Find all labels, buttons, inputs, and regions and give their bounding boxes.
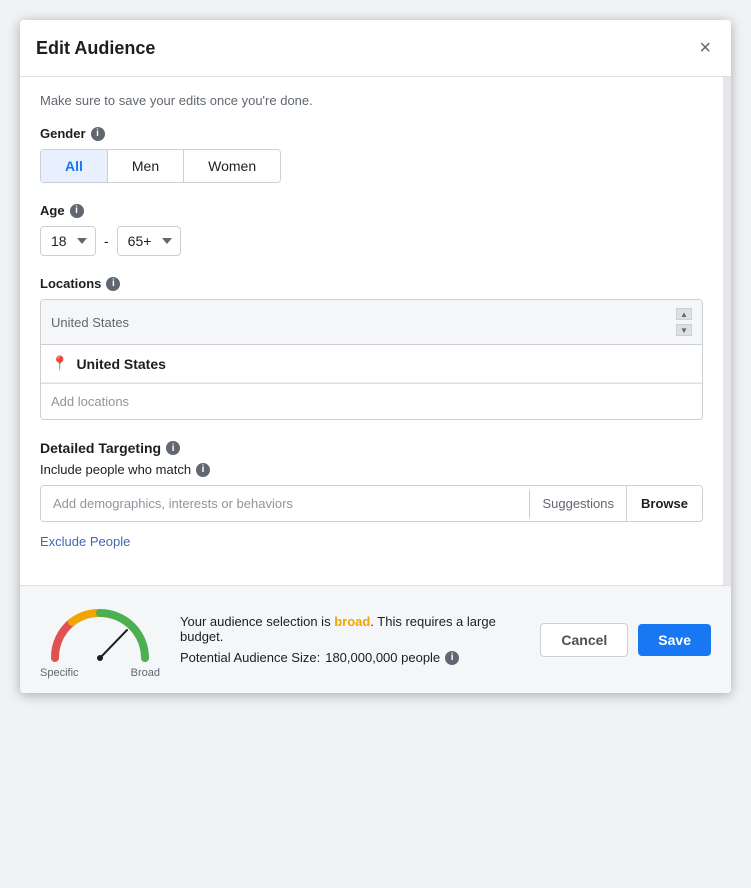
audience-size-value: 180,000,000 people: [325, 650, 440, 665]
footer-actions: Cancel Save: [540, 623, 711, 657]
include-label: Include people who match i: [40, 462, 703, 477]
gender-info-icon[interactable]: i: [91, 127, 105, 141]
suggestions-button[interactable]: Suggestions: [530, 486, 627, 521]
age-section: Age i 18 1314151617 1920212530 354045505…: [40, 203, 703, 256]
add-locations-input[interactable]: [41, 383, 702, 419]
age-min-select[interactable]: 18 1314151617 1920212530 35404550556065: [40, 226, 96, 256]
locations-item: 📍 United States: [41, 345, 702, 383]
scroll-down-button[interactable]: ▼: [676, 324, 692, 336]
specific-label: Specific: [40, 667, 79, 679]
gender-men-button[interactable]: Men: [108, 150, 184, 182]
audience-message: Your audience selection is broad. This r…: [180, 614, 520, 644]
cancel-button[interactable]: Cancel: [540, 623, 628, 657]
include-info-icon[interactable]: i: [196, 463, 210, 477]
gender-section: Gender i All Men Women: [40, 126, 703, 183]
gender-label: Gender i: [40, 126, 703, 141]
gauge-labels: Specific Broad: [40, 667, 160, 679]
location-name: United States: [76, 356, 165, 372]
audience-size-info-icon[interactable]: i: [445, 651, 459, 665]
locations-info-icon[interactable]: i: [106, 277, 120, 291]
detailed-targeting-section: Detailed Targeting i Include people who …: [40, 440, 703, 549]
exclude-people-link[interactable]: Exclude People: [40, 534, 130, 549]
save-button[interactable]: Save: [638, 624, 711, 656]
targeting-input-row: Suggestions Browse: [40, 485, 703, 522]
age-label: Age i: [40, 203, 703, 218]
locations-scroll-controls: ▲ ▼: [676, 308, 692, 336]
detailed-targeting-label: Detailed Targeting i: [40, 440, 703, 456]
gender-all-button[interactable]: All: [41, 150, 108, 182]
modal-title: Edit Audience: [36, 38, 155, 59]
locations-header-text: United States: [51, 315, 129, 330]
age-max-select[interactable]: 65+ 181920212530 35404550556065: [117, 226, 181, 256]
detailed-targeting-info-icon[interactable]: i: [166, 441, 180, 455]
modal-body: Make sure to save your edits once you're…: [20, 77, 731, 585]
browse-button[interactable]: Browse: [627, 486, 702, 521]
audience-size: Potential Audience Size: 180,000,000 peo…: [180, 650, 520, 665]
locations-box: United States ▲ ▼ 📍 United States: [40, 299, 703, 420]
age-row: 18 1314151617 1920212530 35404550556065 …: [40, 226, 703, 256]
gauge-container: Specific Broad: [40, 600, 160, 679]
gender-women-button[interactable]: Women: [184, 150, 280, 182]
gauge-chart: [45, 600, 155, 665]
locations-header: United States ▲ ▼: [41, 300, 702, 345]
notice-text: Make sure to save your edits once you're…: [40, 93, 703, 108]
locations-label: Locations i: [40, 276, 703, 291]
age-info-icon[interactable]: i: [70, 204, 84, 218]
targeting-input[interactable]: [41, 486, 529, 521]
scroll-up-button[interactable]: ▲: [676, 308, 692, 320]
age-dash: -: [104, 233, 109, 249]
broad-text: broad: [334, 614, 370, 629]
location-pin-icon: 📍: [51, 355, 68, 372]
locations-section: Locations i United States ▲ ▼ 📍 United S…: [40, 276, 703, 420]
audience-info: Your audience selection is broad. This r…: [180, 614, 520, 665]
gender-button-group: All Men Women: [40, 149, 281, 183]
broad-label: Broad: [131, 667, 160, 679]
edit-audience-modal: Edit Audience × Make sure to save your e…: [20, 20, 731, 693]
close-button[interactable]: ×: [695, 34, 715, 62]
modal-header: Edit Audience ×: [20, 20, 731, 77]
modal-footer: Specific Broad Your audience selection i…: [20, 585, 731, 693]
